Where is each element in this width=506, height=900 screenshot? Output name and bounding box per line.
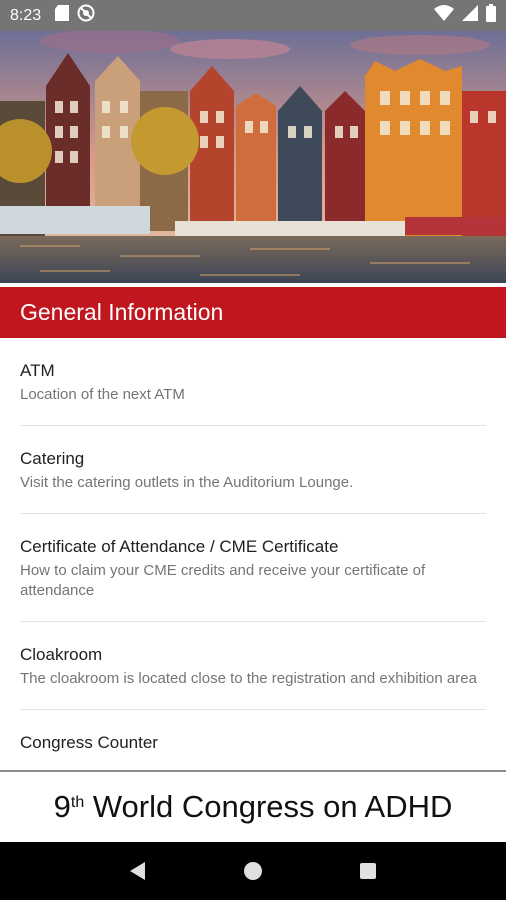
footer-title: World Congress on ADHD: [92, 789, 453, 824]
list-item-cloakroom[interactable]: Cloakroom The cloakroom is located close…: [20, 622, 486, 710]
list-item-congress-counter[interactable]: Congress Counter: [20, 710, 486, 770]
list-item-subtitle: Visit the catering outlets in the Audito…: [20, 474, 354, 491]
list-item-title: Congress Counter: [20, 733, 158, 752]
section-title: General Information: [20, 299, 224, 325]
list-item-atm[interactable]: ATM Location of the next ATM: [20, 338, 486, 426]
list-item-certificate[interactable]: Certificate of Attendance / CME Certific…: [20, 514, 486, 622]
list-item-title: Certificate of Attendance / CME Certific…: [20, 537, 339, 556]
info-list[interactable]: ATM Location of the next ATM Catering Vi…: [0, 338, 506, 770]
battery-icon: [486, 4, 496, 27]
back-button[interactable]: [118, 851, 158, 891]
recents-square-icon: [360, 863, 377, 879]
congress-footer-banner: 9th World Congress on ADHD: [0, 770, 506, 842]
list-item-catering[interactable]: Catering Visit the catering outlets in t…: [20, 426, 486, 514]
recents-button[interactable]: [348, 851, 388, 891]
list-item-subtitle: Location of the next ATM: [20, 386, 185, 403]
section-header-general-information: General Information: [0, 287, 506, 338]
status-bar: 8:23: [0, 0, 506, 31]
list-item-title: Cloakroom: [20, 645, 103, 664]
list-item-title: ATM: [20, 361, 55, 380]
list-item-title: Catering: [20, 449, 85, 468]
do-not-disturb-icon: [77, 4, 95, 27]
signal-icon: [462, 5, 478, 26]
list-item-subtitle: The cloakroom is located close to the re…: [20, 670, 477, 687]
wifi-icon: [434, 5, 454, 26]
list-item-subtitle: How to claim your CME credits and receiv…: [20, 562, 426, 599]
home-circle-icon: [243, 862, 262, 880]
navigation-bar: [0, 842, 506, 900]
sd-card-icon: [55, 5, 70, 26]
hero-image: [0, 31, 506, 283]
status-time: 8:23: [10, 6, 42, 24]
home-button[interactable]: [233, 851, 273, 891]
footer-ordinal: 9: [53, 789, 71, 824]
back-triangle-icon: [129, 862, 145, 880]
footer-ordinal-suffix: th: [70, 794, 85, 811]
